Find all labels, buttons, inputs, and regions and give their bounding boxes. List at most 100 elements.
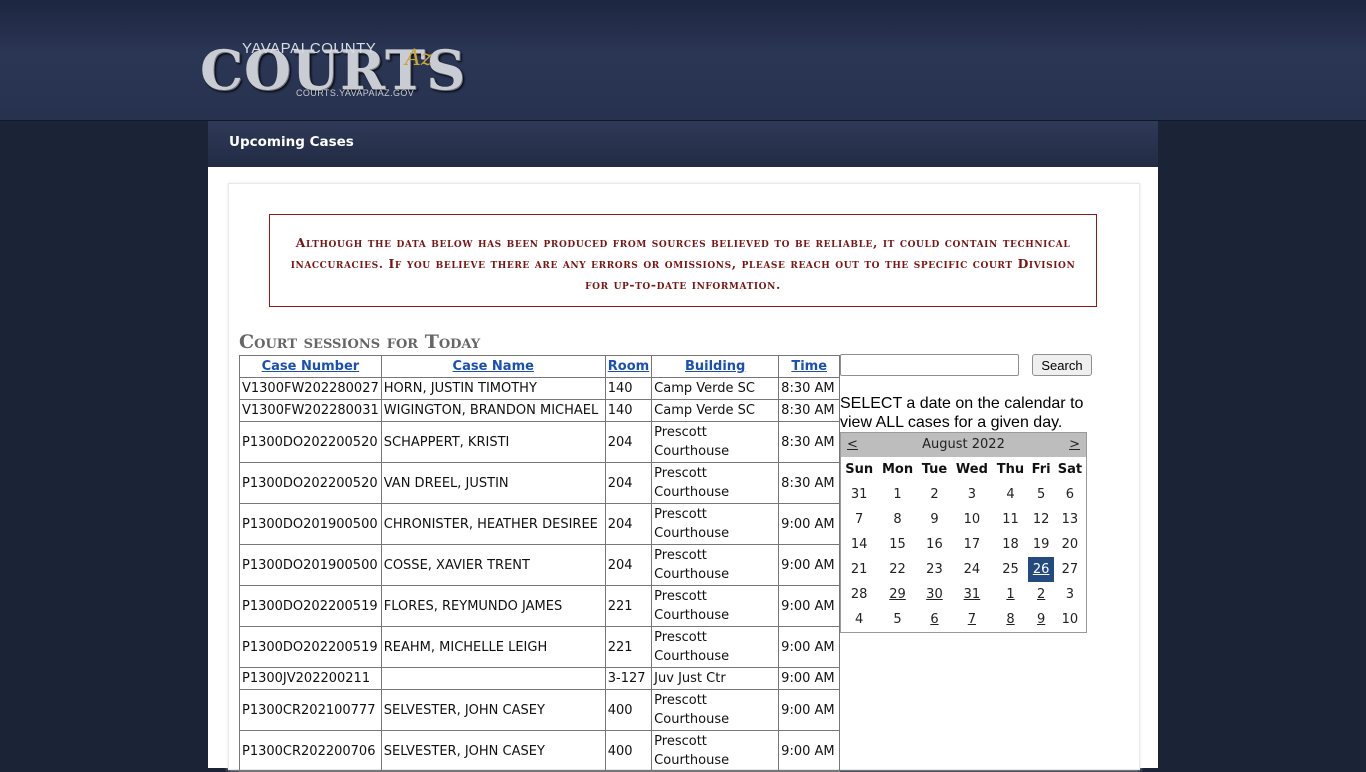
calendar-day-number: 5 xyxy=(893,612,902,627)
table-row: P1300CR202200706 SELVESTER, JOHN CASEY 4… xyxy=(239,730,841,772)
calendar-day[interactable]: 9 xyxy=(1028,607,1053,632)
calendar-day-number: 2 xyxy=(930,487,939,502)
calendar-day[interactable]: 9 xyxy=(918,507,952,532)
calendar-day[interactable]: 1 xyxy=(877,482,917,507)
calendar-day-number: 30 xyxy=(926,587,943,602)
table-row: P1300DO202200520 VAN DREEL, JUSTIN 204 P… xyxy=(239,462,841,504)
calendar-day[interactable]: 5 xyxy=(877,607,917,632)
calendar-day[interactable]: 16 xyxy=(918,532,952,557)
sort-link-case-name[interactable]: Case Name xyxy=(453,359,534,374)
calendar-day[interactable]: 22 xyxy=(877,557,917,582)
calendar-day[interactable]: 20 xyxy=(1054,532,1086,557)
calendar-day[interactable]: 26 xyxy=(1028,557,1054,582)
column-header-building[interactable]: Building xyxy=(651,355,780,378)
calendar-day[interactable]: 15 xyxy=(877,532,917,557)
search-button[interactable]: Search xyxy=(1032,354,1092,376)
cell-room: 204 xyxy=(604,503,653,545)
calendar-day-number: 10 xyxy=(963,512,981,527)
calendar-day-number: 26 xyxy=(1032,562,1050,577)
calendar-day[interactable]: 5 xyxy=(1028,482,1053,507)
calendar-day[interactable]: 1 xyxy=(993,582,1029,607)
calendar-day[interactable]: 31 xyxy=(951,582,992,607)
calendar-day[interactable]: 29 xyxy=(877,582,917,607)
cell-case-name: FLORES, REYMUNDO JAMES xyxy=(380,585,606,627)
cell-time: 9:00 AM xyxy=(778,503,841,545)
calendar-day[interactable]: 25 xyxy=(993,557,1029,582)
logo-state-text: Az xyxy=(405,46,433,71)
calendar-day-headers: Sun Mon Tue Wed Thu Fri Sat xyxy=(841,457,1086,482)
table-row: P1300DO202200519 FLORES, REYMUNDO JAMES … xyxy=(239,585,841,627)
site-header: COURTS YAVAPAI COUNTY Az COURTS.YAVAPAIA… xyxy=(0,0,1366,121)
calendar-header: < August 2022 > xyxy=(841,433,1086,457)
calendar-day[interactable]: 4 xyxy=(993,482,1029,507)
calendar-grid: Sun Mon Tue Wed Thu Fri Sat 31 1 2 3 4 5 6 7 8 9 1… xyxy=(841,457,1086,632)
calendar: < August 2022 > Sun Mon Tue Wed Thu Fri … xyxy=(840,432,1087,633)
column-header-case-name[interactable]: Case Name xyxy=(380,355,606,378)
sort-link-time[interactable]: Time xyxy=(791,359,827,374)
calendar-day[interactable]: 8 xyxy=(877,507,917,532)
day-header: Sat xyxy=(1057,462,1083,477)
cell-building: Prescott Courthouse xyxy=(651,626,780,668)
cell-time: 8:30 AM xyxy=(778,377,841,400)
calendar-day-number: 7 xyxy=(855,512,864,527)
next-month-link[interactable]: > xyxy=(1069,433,1080,457)
calendar-day-number: 31 xyxy=(963,587,981,602)
cell-case-name: REAHM, MICHELLE LEIGH xyxy=(380,626,606,668)
calendar-day[interactable]: 4 xyxy=(841,607,877,632)
sort-link-building[interactable]: Building xyxy=(685,359,745,374)
calendar-day[interactable]: 28 xyxy=(841,582,877,607)
search-input[interactable] xyxy=(840,354,1019,376)
calendar-day-number: 21 xyxy=(850,562,868,577)
calendar-day[interactable]: 23 xyxy=(918,557,952,582)
calendar-day[interactable]: 21 xyxy=(841,557,877,582)
calendar-day-number: 18 xyxy=(1002,537,1019,552)
calendar-day[interactable]: 11 xyxy=(993,507,1029,532)
table-row: P1300DO202200520 SCHAPPERT, KRISTI 204 P… xyxy=(239,421,841,463)
calendar-week: 14 15 16 17 18 19 20 xyxy=(841,532,1086,557)
calendar-day-number: 6 xyxy=(1065,487,1075,502)
calendar-day-number: 15 xyxy=(889,537,906,552)
calendar-day[interactable]: 30 xyxy=(918,582,952,607)
yavapai-courts-logo[interactable]: COURTS YAVAPAI COUNTY Az COURTS.YAVAPAIA… xyxy=(200,38,465,106)
calendar-day[interactable]: 6 xyxy=(1054,482,1086,507)
calendar-day[interactable]: 2 xyxy=(918,482,952,507)
column-header-time[interactable]: Time xyxy=(778,355,841,378)
cell-building: Prescott Courthouse xyxy=(651,689,780,731)
calendar-day[interactable]: 2 xyxy=(1028,582,1053,607)
cell-case-name: SELVESTER, JOHN CASEY xyxy=(380,689,606,731)
day-header: Tue xyxy=(921,462,948,477)
cell-room: 140 xyxy=(604,377,653,400)
calendar-day-number: 4 xyxy=(855,612,864,627)
calendar-day[interactable]: 7 xyxy=(841,507,877,532)
calendar-day-number: 6 xyxy=(930,612,939,627)
content-panel: Although the data below has been produce… xyxy=(228,183,1140,772)
calendar-day-number: 16 xyxy=(926,537,943,552)
calendar-day[interactable]: 18 xyxy=(993,532,1029,557)
calendar-day[interactable]: 13 xyxy=(1054,507,1086,532)
calendar-day[interactable]: 19 xyxy=(1028,532,1053,557)
calendar-day-number: 7 xyxy=(967,612,977,627)
calendar-day[interactable]: 7 xyxy=(951,607,992,632)
sort-link-room[interactable]: Room xyxy=(608,359,649,374)
cell-case-name: HORN, JUSTIN TIMOTHY xyxy=(380,377,606,400)
calendar-day[interactable]: 12 xyxy=(1028,507,1053,532)
calendar-day[interactable]: 27 xyxy=(1054,557,1086,582)
calendar-day[interactable]: 14 xyxy=(841,532,877,557)
calendar-day[interactable]: 17 xyxy=(951,532,992,557)
calendar-day[interactable]: 24 xyxy=(951,557,992,582)
calendar-day[interactable]: 10 xyxy=(1054,607,1086,632)
calendar-day-number: 25 xyxy=(1002,562,1019,577)
column-header-case-number[interactable]: Case Number xyxy=(239,355,382,378)
calendar-day[interactable]: 3 xyxy=(1054,582,1086,607)
previous-month-link[interactable]: < xyxy=(847,433,858,457)
calendar-day[interactable]: 6 xyxy=(918,607,952,632)
sessions-heading: Court sessions for Today xyxy=(239,331,481,353)
column-header-room[interactable]: Room xyxy=(604,355,653,378)
cell-room: 204 xyxy=(604,421,653,463)
calendar-day[interactable]: 3 xyxy=(951,482,992,507)
calendar-day[interactable]: 8 xyxy=(993,607,1029,632)
calendar-day[interactable]: 31 xyxy=(841,482,877,507)
calendar-month-label: August 2022 xyxy=(922,437,1005,452)
sort-link-case-number[interactable]: Case Number xyxy=(262,359,360,374)
calendar-day[interactable]: 10 xyxy=(951,507,992,532)
